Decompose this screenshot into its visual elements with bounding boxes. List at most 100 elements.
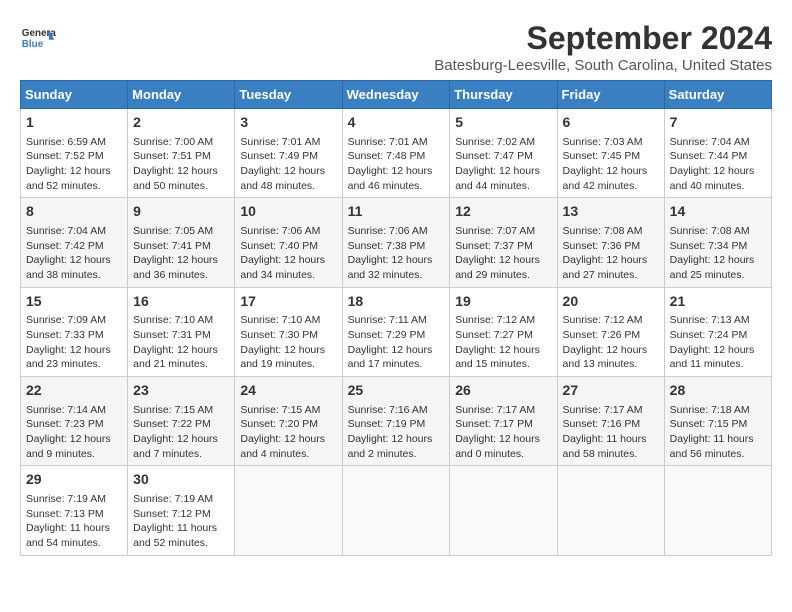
day-number: 30 (133, 470, 229, 490)
day-info: Sunrise: 7:12 AM Sunset: 7:27 PM Dayligh… (455, 313, 551, 372)
calendar-day-cell: 30Sunrise: 7:19 AM Sunset: 7:12 PM Dayli… (128, 466, 235, 555)
calendar-day-cell: 7Sunrise: 7:04 AM Sunset: 7:44 PM Daylig… (664, 109, 771, 198)
day-number: 23 (133, 381, 229, 401)
day-number: 19 (455, 292, 551, 312)
day-info: Sunrise: 7:13 AM Sunset: 7:24 PM Dayligh… (670, 313, 766, 372)
day-number: 22 (26, 381, 122, 401)
day-number: 17 (240, 292, 336, 312)
calendar-day-cell: 8Sunrise: 7:04 AM Sunset: 7:42 PM Daylig… (21, 198, 128, 287)
day-info: Sunrise: 7:01 AM Sunset: 7:49 PM Dayligh… (240, 135, 336, 194)
day-info: Sunrise: 7:18 AM Sunset: 7:15 PM Dayligh… (670, 403, 766, 462)
day-info: Sunrise: 7:11 AM Sunset: 7:29 PM Dayligh… (348, 313, 445, 372)
day-info: Sunrise: 7:02 AM Sunset: 7:47 PM Dayligh… (455, 135, 551, 194)
calendar-day-cell: 12Sunrise: 7:07 AM Sunset: 7:37 PM Dayli… (450, 198, 557, 287)
day-info: Sunrise: 7:15 AM Sunset: 7:20 PM Dayligh… (240, 403, 336, 462)
day-info: Sunrise: 7:00 AM Sunset: 7:51 PM Dayligh… (133, 135, 229, 194)
day-number: 3 (240, 113, 336, 133)
weekday-header-wednesday: Wednesday (342, 81, 450, 109)
calendar-table: SundayMondayTuesdayWednesdayThursdayFrid… (20, 80, 772, 556)
calendar-day-cell: 21Sunrise: 7:13 AM Sunset: 7:24 PM Dayli… (664, 287, 771, 376)
calendar-day-cell: 9Sunrise: 7:05 AM Sunset: 7:41 PM Daylig… (128, 198, 235, 287)
logo-icon: General Blue (20, 20, 56, 56)
day-number: 1 (26, 113, 122, 133)
day-number: 5 (455, 113, 551, 133)
calendar-day-cell: 13Sunrise: 7:08 AM Sunset: 7:36 PM Dayli… (557, 198, 664, 287)
day-number: 11 (348, 202, 445, 222)
day-info: Sunrise: 7:19 AM Sunset: 7:12 PM Dayligh… (133, 492, 229, 551)
calendar-week-row: 8Sunrise: 7:04 AM Sunset: 7:42 PM Daylig… (21, 198, 772, 287)
day-number: 24 (240, 381, 336, 401)
calendar-day-cell: 17Sunrise: 7:10 AM Sunset: 7:30 PM Dayli… (235, 287, 342, 376)
day-number: 27 (563, 381, 659, 401)
day-number: 26 (455, 381, 551, 401)
day-number: 28 (670, 381, 766, 401)
weekday-header-thursday: Thursday (450, 81, 557, 109)
day-info: Sunrise: 7:10 AM Sunset: 7:31 PM Dayligh… (133, 313, 229, 372)
weekday-header-saturday: Saturday (664, 81, 771, 109)
day-number: 20 (563, 292, 659, 312)
day-info: Sunrise: 7:07 AM Sunset: 7:37 PM Dayligh… (455, 224, 551, 283)
calendar-day-cell: 5Sunrise: 7:02 AM Sunset: 7:47 PM Daylig… (450, 109, 557, 198)
day-number: 12 (455, 202, 551, 222)
calendar-day-cell: 15Sunrise: 7:09 AM Sunset: 7:33 PM Dayli… (21, 287, 128, 376)
day-number: 29 (26, 470, 122, 490)
calendar-day-cell: 16Sunrise: 7:10 AM Sunset: 7:31 PM Dayli… (128, 287, 235, 376)
weekday-header-friday: Friday (557, 81, 664, 109)
day-number: 18 (348, 292, 445, 312)
day-info: Sunrise: 7:06 AM Sunset: 7:38 PM Dayligh… (348, 224, 445, 283)
weekday-header-tuesday: Tuesday (235, 81, 342, 109)
calendar-day-cell (557, 466, 664, 555)
day-info: Sunrise: 7:19 AM Sunset: 7:13 PM Dayligh… (26, 492, 122, 551)
calendar-day-cell: 10Sunrise: 7:06 AM Sunset: 7:40 PM Dayli… (235, 198, 342, 287)
day-info: Sunrise: 7:01 AM Sunset: 7:48 PM Dayligh… (348, 135, 445, 194)
day-number: 15 (26, 292, 122, 312)
header: General Blue September 2024 Batesburg-Le… (20, 20, 772, 74)
day-number: 21 (670, 292, 766, 312)
day-info: Sunrise: 7:06 AM Sunset: 7:40 PM Dayligh… (240, 224, 336, 283)
logo: General Blue (20, 20, 56, 56)
day-number: 8 (26, 202, 122, 222)
day-info: Sunrise: 7:08 AM Sunset: 7:36 PM Dayligh… (563, 224, 659, 283)
day-info: Sunrise: 7:09 AM Sunset: 7:33 PM Dayligh… (26, 313, 122, 372)
day-info: Sunrise: 7:16 AM Sunset: 7:19 PM Dayligh… (348, 403, 445, 462)
calendar-header-row: SundayMondayTuesdayWednesdayThursdayFrid… (21, 81, 772, 109)
svg-text:Blue: Blue (22, 39, 44, 50)
calendar-day-cell: 2Sunrise: 7:00 AM Sunset: 7:51 PM Daylig… (128, 109, 235, 198)
calendar-day-cell: 27Sunrise: 7:17 AM Sunset: 7:16 PM Dayli… (557, 377, 664, 466)
calendar-day-cell: 18Sunrise: 7:11 AM Sunset: 7:29 PM Dayli… (342, 287, 450, 376)
calendar-day-cell: 19Sunrise: 7:12 AM Sunset: 7:27 PM Dayli… (450, 287, 557, 376)
day-number: 2 (133, 113, 229, 133)
calendar-day-cell: 28Sunrise: 7:18 AM Sunset: 7:15 PM Dayli… (664, 377, 771, 466)
calendar-day-cell: 6Sunrise: 7:03 AM Sunset: 7:45 PM Daylig… (557, 109, 664, 198)
day-info: Sunrise: 7:17 AM Sunset: 7:17 PM Dayligh… (455, 403, 551, 462)
day-number: 4 (348, 113, 445, 133)
calendar-week-row: 15Sunrise: 7:09 AM Sunset: 7:33 PM Dayli… (21, 287, 772, 376)
calendar-day-cell: 22Sunrise: 7:14 AM Sunset: 7:23 PM Dayli… (21, 377, 128, 466)
day-number: 10 (240, 202, 336, 222)
calendar-day-cell: 14Sunrise: 7:08 AM Sunset: 7:34 PM Dayli… (664, 198, 771, 287)
day-info: Sunrise: 7:10 AM Sunset: 7:30 PM Dayligh… (240, 313, 336, 372)
day-info: Sunrise: 7:08 AM Sunset: 7:34 PM Dayligh… (670, 224, 766, 283)
day-info: Sunrise: 7:12 AM Sunset: 7:26 PM Dayligh… (563, 313, 659, 372)
day-info: Sunrise: 7:03 AM Sunset: 7:45 PM Dayligh… (563, 135, 659, 194)
calendar-day-cell: 1Sunrise: 6:59 AM Sunset: 7:52 PM Daylig… (21, 109, 128, 198)
day-info: Sunrise: 7:15 AM Sunset: 7:22 PM Dayligh… (133, 403, 229, 462)
calendar-day-cell: 24Sunrise: 7:15 AM Sunset: 7:20 PM Dayli… (235, 377, 342, 466)
day-info: Sunrise: 7:05 AM Sunset: 7:41 PM Dayligh… (133, 224, 229, 283)
calendar-week-row: 29Sunrise: 7:19 AM Sunset: 7:13 PM Dayli… (21, 466, 772, 555)
day-number: 6 (563, 113, 659, 133)
day-info: Sunrise: 7:14 AM Sunset: 7:23 PM Dayligh… (26, 403, 122, 462)
day-number: 14 (670, 202, 766, 222)
weekday-header-sunday: Sunday (21, 81, 128, 109)
day-info: Sunrise: 7:04 AM Sunset: 7:42 PM Dayligh… (26, 224, 122, 283)
calendar-week-row: 1Sunrise: 6:59 AM Sunset: 7:52 PM Daylig… (21, 109, 772, 198)
calendar-day-cell (342, 466, 450, 555)
calendar-day-cell: 29Sunrise: 7:19 AM Sunset: 7:13 PM Dayli… (21, 466, 128, 555)
calendar-day-cell (664, 466, 771, 555)
title-area: September 2024 Batesburg-Leesville, Sout… (434, 20, 772, 74)
calendar-day-cell: 11Sunrise: 7:06 AM Sunset: 7:38 PM Dayli… (342, 198, 450, 287)
day-number: 7 (670, 113, 766, 133)
day-info: Sunrise: 7:04 AM Sunset: 7:44 PM Dayligh… (670, 135, 766, 194)
calendar-day-cell: 4Sunrise: 7:01 AM Sunset: 7:48 PM Daylig… (342, 109, 450, 198)
calendar-day-cell (235, 466, 342, 555)
